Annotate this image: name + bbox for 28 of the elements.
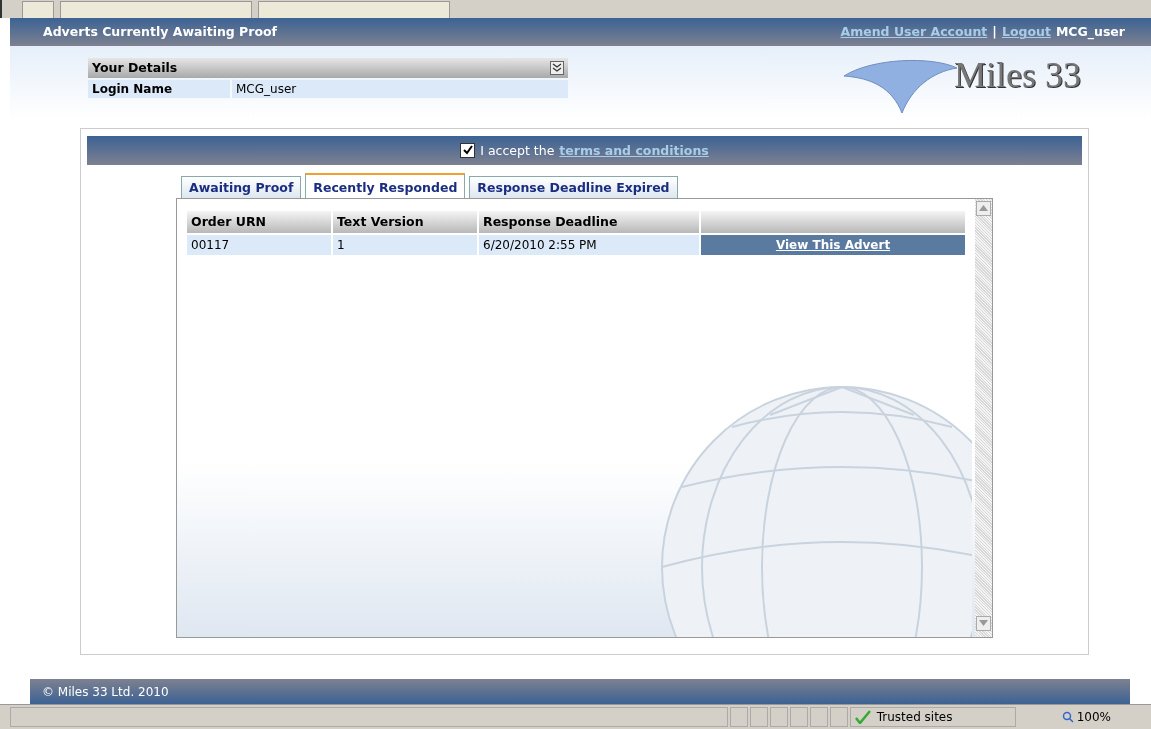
tab[interactable]: Recently Responded: [305, 172, 466, 198]
table-cell: 6/20/2010 2:55 PM: [479, 234, 699, 255]
tab[interactable]: Awaiting Proof: [181, 175, 302, 198]
logo-text: Miles 33: [954, 53, 1081, 96]
checkmark-icon: [854, 710, 871, 724]
scroll-up-icon[interactable]: [976, 200, 991, 216]
column-header: Response Deadline: [479, 210, 699, 233]
zoom-level[interactable]: 100%: [1076, 710, 1111, 724]
terms-checkbox[interactable]: [460, 142, 476, 158]
view-advert-link[interactable]: View This Advert: [701, 234, 965, 255]
tab[interactable]: Response Deadline Expired: [469, 175, 678, 198]
field-value: MCG_user: [232, 79, 568, 98]
user-name: MCG_user: [1055, 24, 1125, 40]
column-header: Order URN: [187, 210, 331, 233]
scroll-down-icon[interactable]: [976, 615, 991, 631]
field-label: Login Name: [88, 79, 230, 98]
column-header: Text Version: [333, 210, 477, 233]
terms-label: I accept the: [480, 142, 555, 158]
magnifier-icon[interactable]: [1061, 711, 1074, 723]
link-separator: |: [992, 24, 997, 40]
chevron-down-icon[interactable]: [550, 60, 564, 75]
copyright-text: © Miles 33 Ltd. 2010: [42, 684, 169, 699]
page-title: Adverts Currently Awaiting Proof: [43, 24, 278, 40]
table-cell: 1: [333, 234, 477, 255]
table-cell: 00117: [187, 234, 331, 255]
details-title: Your Details: [92, 60, 178, 76]
scrollbar[interactable]: [975, 198, 992, 637]
security-zone: Trusted sites: [876, 710, 953, 724]
